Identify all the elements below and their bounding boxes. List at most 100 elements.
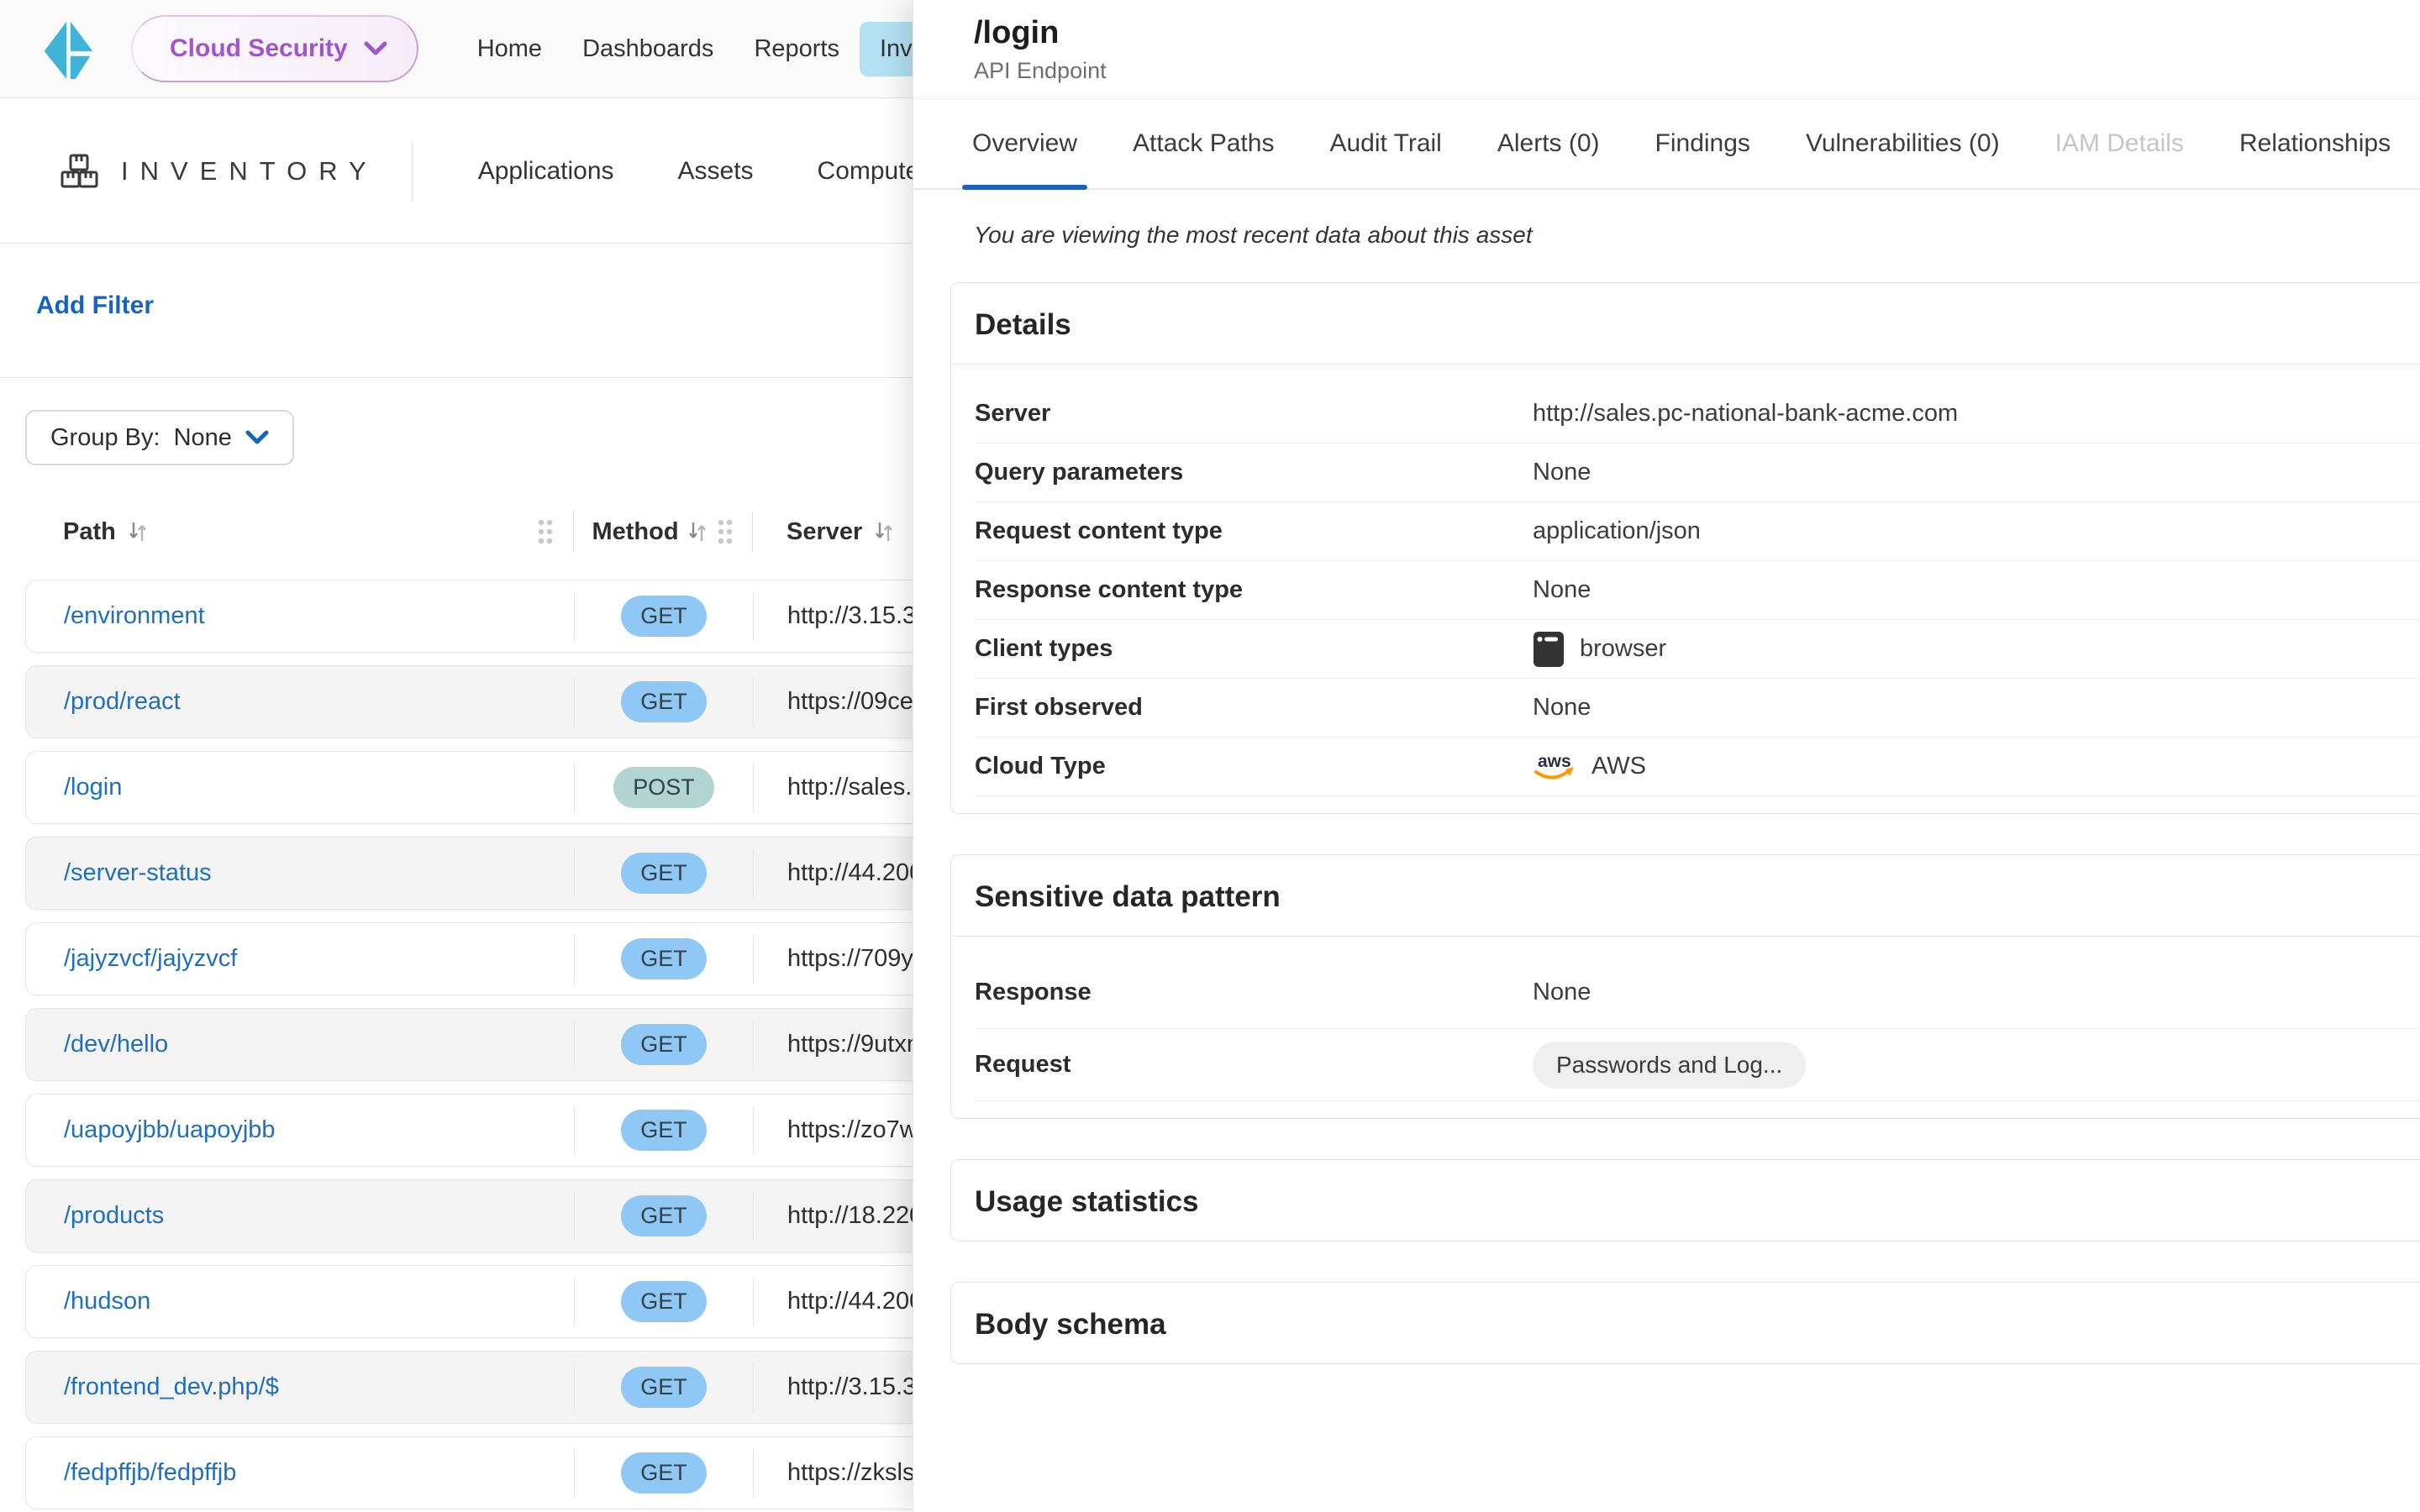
add-filter-button[interactable]: Add Filter	[36, 291, 154, 320]
path-cell: /hudson	[26, 1288, 574, 1315]
body-schema-heading: Body schema	[951, 1283, 2420, 1363]
panel-title: /login	[974, 15, 2420, 51]
endpoint-path-link[interactable]: /frontend_dev.php/$	[64, 1373, 279, 1400]
nav-item[interactable]: Reports	[734, 22, 860, 76]
aws-icon: aws	[1533, 749, 1576, 785]
path-cell: /server-status	[26, 859, 574, 887]
sort-icon[interactable]	[128, 521, 148, 543]
endpoint-path-link[interactable]: /dev/hello	[64, 1031, 168, 1058]
table-row: /server-status GET http://44.200.	[25, 837, 966, 910]
sort-icon[interactable]	[874, 521, 894, 543]
method-cell: POST	[574, 764, 754, 812]
detail-row: Server	[975, 385, 2420, 444]
path-cell: /fedpffjb/fedpffjb	[26, 1459, 574, 1487]
detail-value: aws None	[1533, 694, 1591, 722]
path-cell: /login	[26, 774, 574, 801]
panel-tab[interactable]: Findings	[1655, 99, 1750, 188]
endpoint-path-link[interactable]: /prod/react	[64, 688, 181, 715]
method-cell: GET	[574, 592, 754, 641]
detail-row: Query parameters	[975, 444, 2420, 502]
column-header-method[interactable]: Method	[573, 512, 753, 552]
panel-subtitle: API Endpoint	[974, 58, 2420, 84]
body-schema-card[interactable]: Body schema	[950, 1282, 2420, 1364]
method-pill: POST	[613, 767, 714, 808]
detail-value: aws browser	[1533, 631, 1666, 668]
method-pill: GET	[621, 1195, 707, 1236]
method-pill: GET	[621, 1367, 707, 1408]
detail-value-text: None	[1533, 576, 1591, 604]
detail-value-text: browser	[1580, 635, 1666, 663]
detail-value-text: None	[1533, 694, 1591, 722]
app-logo-icon	[44, 17, 94, 81]
detail-label: Cloud Type	[975, 753, 1533, 780]
detail-label: Query parameters	[975, 459, 1533, 486]
drag-handle-icon[interactable]	[536, 518, 555, 545]
method-cell: GET	[574, 1192, 754, 1241]
endpoint-path-link[interactable]: /hudson	[64, 1288, 150, 1315]
method-pill: GET	[621, 1281, 707, 1322]
panel-tab[interactable]: Overview	[972, 99, 1077, 188]
sensitive-heading: Sensitive data pattern	[951, 855, 2420, 936]
endpoint-path-link[interactable]: /fedpffjb/fedpffjb	[64, 1459, 236, 1486]
details-card: Details Server	[950, 282, 2420, 814]
column-label: Method	[592, 518, 678, 546]
sensitive-label: Response	[975, 979, 1533, 1006]
endpoint-path-link[interactable]: /products	[64, 1202, 164, 1229]
detail-row: Response content type	[975, 561, 2420, 620]
product-switcher[interactable]: Cloud Security	[131, 15, 418, 82]
path-cell: /jajyzvcf/jajyzvcf	[26, 945, 574, 973]
endpoint-path-link[interactable]: /login	[64, 774, 122, 801]
panel-tab[interactable]: Relationships	[2239, 99, 2391, 188]
inventory-tab[interactable]: Applications	[446, 99, 646, 243]
nav-item[interactable]: Dashboards	[562, 22, 734, 76]
detail-value: aws application/json	[1533, 517, 1701, 545]
group-by-value: None	[174, 424, 232, 452]
method-pill: GET	[621, 1024, 707, 1065]
detail-label: Response content type	[975, 576, 1533, 604]
sensitive-value: Passwords and Log...	[1533, 1042, 1806, 1089]
panel-tab[interactable]: IAM Details	[2055, 99, 2184, 188]
method-pill: GET	[621, 1110, 707, 1151]
column-label: Server	[786, 518, 862, 546]
column-header-path[interactable]: Path	[25, 518, 573, 546]
panel-tab[interactable]: Alerts (0)	[1497, 99, 1600, 188]
panel-tab[interactable]: Audit Trail	[1329, 99, 1441, 188]
detail-row: First observed	[975, 679, 2420, 738]
sort-icon[interactable]	[687, 521, 708, 543]
chevron-down-icon	[363, 40, 388, 57]
method-cell: GET	[574, 849, 754, 898]
path-cell: /dev/hello	[26, 1031, 574, 1058]
detail-value-text: None	[1533, 459, 1591, 486]
inventory-tab[interactable]: Assets	[646, 99, 786, 243]
table-row: /jajyzvcf/jajyzvcf GET https://709yg	[25, 922, 966, 995]
detail-row: Client types	[975, 620, 2420, 679]
detail-label: First observed	[975, 694, 1533, 722]
details-rows: Server	[951, 365, 2420, 813]
panel-tab[interactable]: Attack Paths	[1133, 99, 1274, 188]
table-row: /uapoyjbb/uapoyjbb GET https://zo7wlx	[25, 1094, 966, 1167]
sensitive-row: Response None	[975, 957, 2420, 1029]
usage-statistics-card[interactable]: Usage statistics	[950, 1159, 2420, 1242]
endpoint-path-link[interactable]: /environment	[64, 602, 205, 629]
method-cell: GET	[574, 1449, 754, 1498]
sensitive-value: None	[1533, 979, 1591, 1006]
method-pill: GET	[621, 1452, 707, 1494]
endpoint-path-link[interactable]: /jajyzvcf/jajyzvcf	[64, 945, 237, 972]
sensitive-pattern-chip[interactable]: Passwords and Log...	[1533, 1042, 1806, 1089]
detail-value: aws http://sales.pc-national-bank-acme.c…	[1533, 400, 1958, 428]
method-cell: GET	[574, 1021, 754, 1069]
detail-value: aws None	[1533, 576, 1591, 604]
drag-handle-icon[interactable]	[716, 518, 734, 545]
nav-item[interactable]: Home	[457, 22, 562, 76]
svg-text:aws: aws	[1538, 752, 1571, 771]
table-row: /frontend_dev.php/$ GET http://3.15.30	[25, 1351, 966, 1424]
table-row: /dev/hello GET https://9utxm	[25, 1008, 966, 1081]
column-label: Path	[63, 518, 116, 546]
endpoint-path-link[interactable]: /uapoyjbb/uapoyjbb	[64, 1116, 276, 1143]
method-pill: GET	[621, 853, 707, 894]
endpoint-path-link[interactable]: /server-status	[64, 859, 212, 886]
group-by-dropdown[interactable]: Group By: None	[25, 410, 294, 465]
path-cell: /frontend_dev.php/$	[26, 1373, 574, 1401]
asset-detail-panel: /login API Endpoint Overview Attack Paths…	[913, 0, 2420, 1512]
panel-tab[interactable]: Vulnerabilities (0)	[1806, 99, 2000, 188]
